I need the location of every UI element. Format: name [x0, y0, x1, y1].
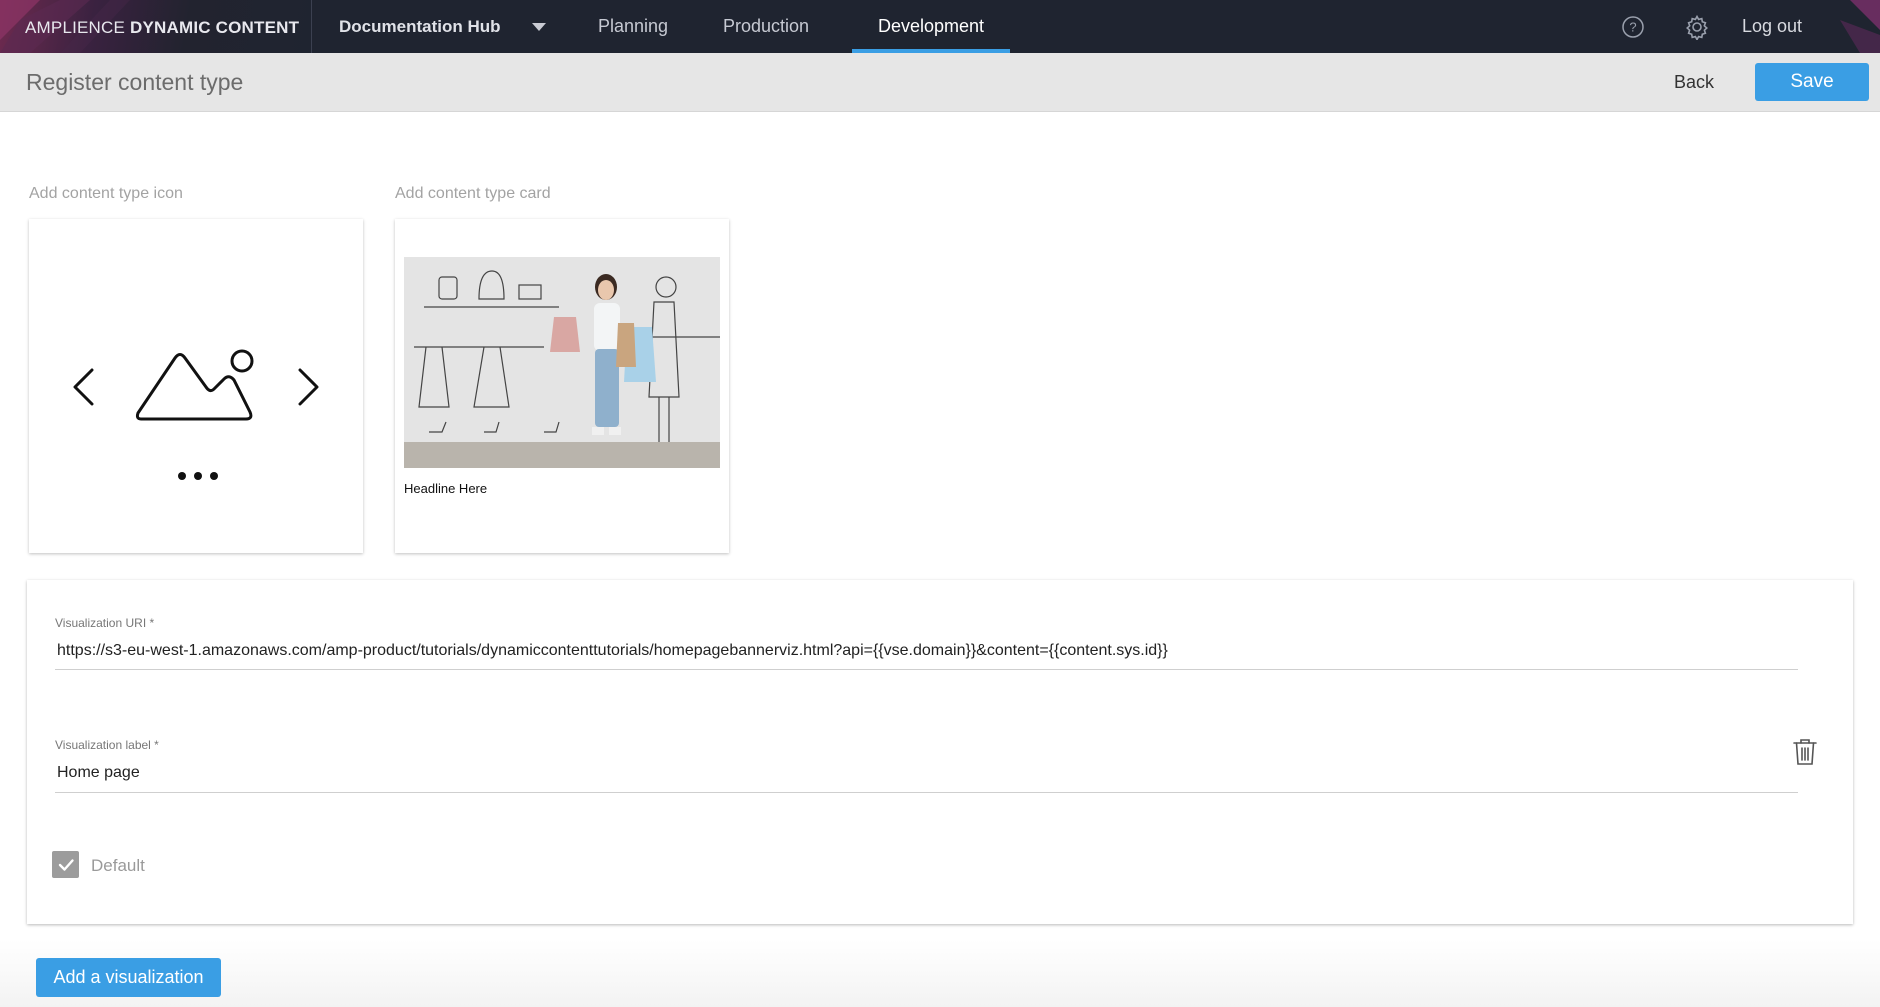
- tab-development[interactable]: Development: [852, 0, 1010, 53]
- gear-icon[interactable]: [1682, 12, 1712, 42]
- label-field-label: Visualization label *: [55, 738, 159, 752]
- icon-section-label: Add content type icon: [29, 185, 183, 202]
- card-image: [404, 257, 720, 468]
- dots-icon: [178, 472, 218, 480]
- visualization-panel: Visualization URI * https://s3-eu-west-1…: [27, 580, 1853, 924]
- default-checkbox-label: Default: [91, 856, 145, 875]
- caret-down-icon: [532, 22, 546, 31]
- tab-planning-label: Planning: [597, 16, 669, 36]
- tab-development-label: Development: [877, 16, 985, 36]
- default-checkbox[interactable]: [52, 851, 79, 878]
- corner-decoration: [1840, 0, 1880, 53]
- page-title: Register content type: [26, 69, 244, 95]
- brand-prefix: AMPLIENCE: [25, 18, 126, 37]
- brand-logo[interactable]: AMPLIENCE DYNAMIC CONTENT: [0, 0, 312, 53]
- content-type-card[interactable]: Headline Here: [395, 219, 729, 553]
- image-placeholder-icon: [73, 349, 319, 480]
- top-navigation: AMPLIENCE DYNAMIC CONTENT Documentation …: [0, 0, 1880, 53]
- trash-icon[interactable]: [1792, 737, 1818, 767]
- add-visualization-button[interactable]: Add a visualization: [36, 958, 221, 997]
- hub-selector[interactable]: Documentation Hub: [312, 0, 572, 53]
- card-section-label: Add content type card: [395, 185, 551, 202]
- label-field[interactable]: Home page: [57, 764, 1797, 782]
- question-icon[interactable]: ?: [1618, 12, 1648, 42]
- uri-field-label: Visualization URI *: [55, 616, 155, 630]
- chevron-right-icon: [298, 368, 319, 406]
- content-type-icon-card[interactable]: [29, 219, 363, 553]
- uri-field[interactable]: https://s3-eu-west-1.amazonaws.com/amp-p…: [57, 642, 1797, 660]
- svg-text:?: ?: [1629, 19, 1636, 34]
- tab-planning[interactable]: Planning: [572, 0, 694, 53]
- tab-production[interactable]: Production: [700, 0, 832, 53]
- hub-name: Documentation Hub: [339, 16, 501, 36]
- card-headline: Headline Here: [404, 481, 488, 496]
- bottom-fade: [0, 940, 1880, 1007]
- save-button[interactable]: Save: [1755, 63, 1869, 101]
- uri-field-underline: [55, 669, 1798, 670]
- back-button[interactable]: Back: [1660, 63, 1728, 101]
- checkmark-icon: [58, 858, 74, 871]
- logout-link[interactable]: Log out: [1742, 16, 1802, 37]
- tab-production-label: Production: [722, 16, 810, 36]
- brand-name: AMPLIENCE DYNAMIC CONTENT: [25, 18, 299, 38]
- label-field-underline: [55, 792, 1798, 793]
- page-header: Register content type Back Save: [0, 53, 1880, 112]
- chevron-left-icon: [73, 368, 94, 406]
- brand-product: DYNAMIC CONTENT: [130, 18, 300, 37]
